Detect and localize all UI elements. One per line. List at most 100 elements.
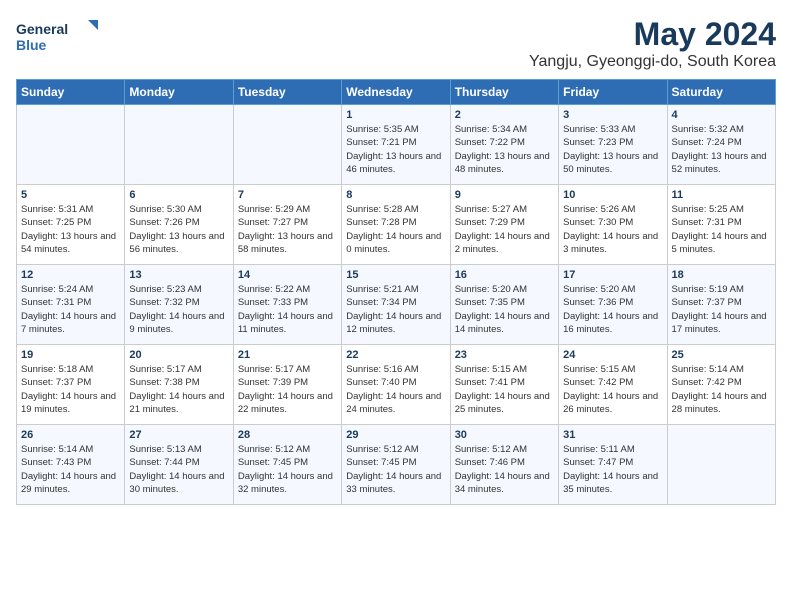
calendar-cell: 25Sunrise: 5:14 AMSunset: 7:42 PMDayligh… <box>667 345 775 425</box>
day-number: 30 <box>455 429 554 441</box>
day-number: 10 <box>563 189 662 201</box>
day-number: 24 <box>563 349 662 361</box>
day-number: 20 <box>129 349 228 361</box>
day-number: 2 <box>455 109 554 121</box>
day-info: Sunrise: 5:12 AMSunset: 7:45 PMDaylight:… <box>238 443 337 496</box>
day-number: 16 <box>455 269 554 281</box>
day-info: Sunrise: 5:33 AMSunset: 7:23 PMDaylight:… <box>563 123 662 176</box>
day-info: Sunrise: 5:35 AMSunset: 7:21 PMDaylight:… <box>346 123 445 176</box>
weekday-header: Wednesday <box>342 80 450 105</box>
calendar-week-row: 12 Sunrise: 5:24 AMSunset: 7:31 PMDayligh… <box>17 265 776 345</box>
day-number: 28 <box>238 429 337 441</box>
day-info: Sunrise: 5:20 AMSunset: 7:35 PMDaylight:… <box>455 283 554 336</box>
calendar-cell: 12 Sunrise: 5:24 AMSunset: 7:31 PMDayligh… <box>17 265 125 345</box>
calendar-week-row: 26Sunrise: 5:14 AMSunset: 7:43 PMDayligh… <box>17 425 776 505</box>
day-info: Sunrise: 5:19 AMSunset: 7:37 PMDaylight:… <box>672 283 771 336</box>
day-number: 11 <box>672 189 771 201</box>
day-info: Sunrise: 5:15 AMSunset: 7:42 PMDaylight:… <box>563 363 662 416</box>
day-number: 29 <box>346 429 445 441</box>
day-info: Sunrise: 5:27 AMSunset: 7:29 PMDaylight:… <box>455 203 554 256</box>
calendar-cell: 9 Sunrise: 5:27 AMSunset: 7:29 PMDaylight… <box>450 185 558 265</box>
calendar-cell: 31 Sunrise: 5:11 AMSunset: 7:47 PMDayligh… <box>559 425 667 505</box>
location-title: Yangju, Gyeonggi-do, South Korea <box>529 53 776 71</box>
day-info: Sunrise: 5:17 AMSunset: 7:39 PMDaylight:… <box>238 363 337 416</box>
day-info: Sunrise: 5:12 AMSunset: 7:46 PMDaylight:… <box>455 443 554 496</box>
calendar-cell: 27 Sunrise: 5:13 AMSunset: 7:44 PMDayligh… <box>125 425 233 505</box>
day-number: 8 <box>346 189 445 201</box>
logo: General Blue <box>16 16 106 58</box>
calendar-cell: 5Sunrise: 5:31 AMSunset: 7:25 PMDaylight… <box>17 185 125 265</box>
day-info: Sunrise: 5:11 AMSunset: 7:47 PMDaylight:… <box>563 443 662 496</box>
day-info: Sunrise: 5:31 AMSunset: 7:25 PMDaylight:… <box>21 203 120 256</box>
calendar-cell: 20 Sunrise: 5:17 AMSunset: 7:38 PMDayligh… <box>125 345 233 425</box>
calendar-cell <box>17 105 125 185</box>
day-number: 6 <box>129 189 228 201</box>
calendar-cell: 1 Sunrise: 5:35 AMSunset: 7:21 PMDaylight… <box>342 105 450 185</box>
month-title: May 2024 <box>529 16 776 53</box>
day-info: Sunrise: 5:16 AMSunset: 7:40 PMDaylight:… <box>346 363 445 416</box>
calendar-week-row: 19Sunrise: 5:18 AMSunset: 7:37 PMDayligh… <box>17 345 776 425</box>
day-number: 12 <box>21 269 120 281</box>
calendar-cell: 10 Sunrise: 5:26 AMSunset: 7:30 PMDayligh… <box>559 185 667 265</box>
calendar-cell: 23 Sunrise: 5:15 AMSunset: 7:41 PMDayligh… <box>450 345 558 425</box>
day-info: Sunrise: 5:24 AMSunset: 7:31 PMDaylight:… <box>21 283 120 336</box>
calendar-cell: 21 Sunrise: 5:17 AMSunset: 7:39 PMDayligh… <box>233 345 341 425</box>
weekday-header: Friday <box>559 80 667 105</box>
svg-text:Blue: Blue <box>16 37 47 53</box>
day-info: Sunrise: 5:12 AMSunset: 7:45 PMDaylight:… <box>346 443 445 496</box>
weekday-header: Tuesday <box>233 80 341 105</box>
calendar-cell: 24 Sunrise: 5:15 AMSunset: 7:42 PMDayligh… <box>559 345 667 425</box>
weekday-header: Monday <box>125 80 233 105</box>
calendar-cell: 11Sunrise: 5:25 AMSunset: 7:31 PMDayligh… <box>667 185 775 265</box>
day-info: Sunrise: 5:21 AMSunset: 7:34 PMDaylight:… <box>346 283 445 336</box>
day-number: 13 <box>129 269 228 281</box>
day-info: Sunrise: 5:14 AMSunset: 7:42 PMDaylight:… <box>672 363 771 416</box>
day-info: Sunrise: 5:17 AMSunset: 7:38 PMDaylight:… <box>129 363 228 416</box>
day-info: Sunrise: 5:29 AMSunset: 7:27 PMDaylight:… <box>238 203 337 256</box>
day-number: 21 <box>238 349 337 361</box>
weekday-header: Thursday <box>450 80 558 105</box>
calendar-cell: 17Sunrise: 5:20 AMSunset: 7:36 PMDayligh… <box>559 265 667 345</box>
day-info: Sunrise: 5:26 AMSunset: 7:30 PMDaylight:… <box>563 203 662 256</box>
calendar-cell: 29 Sunrise: 5:12 AMSunset: 7:45 PMDayligh… <box>342 425 450 505</box>
day-info: Sunrise: 5:13 AMSunset: 7:44 PMDaylight:… <box>129 443 228 496</box>
day-number: 31 <box>563 429 662 441</box>
day-info: Sunrise: 5:23 AMSunset: 7:32 PMDaylight:… <box>129 283 228 336</box>
calendar-cell: 8 Sunrise: 5:28 AMSunset: 7:28 PMDaylight… <box>342 185 450 265</box>
calendar-week-row: 1 Sunrise: 5:35 AMSunset: 7:21 PMDaylight… <box>17 105 776 185</box>
day-number: 17 <box>563 269 662 281</box>
calendar-cell: 3 Sunrise: 5:33 AMSunset: 7:23 PMDaylight… <box>559 105 667 185</box>
calendar-cell <box>667 425 775 505</box>
calendar-cell: 26Sunrise: 5:14 AMSunset: 7:43 PMDayligh… <box>17 425 125 505</box>
calendar-cell <box>125 105 233 185</box>
day-number: 22 <box>346 349 445 361</box>
calendar-cell: 13 Sunrise: 5:23 AMSunset: 7:32 PMDayligh… <box>125 265 233 345</box>
weekday-header-row: SundayMondayTuesdayWednesdayThursdayFrid… <box>17 80 776 105</box>
calendar-cell: 22 Sunrise: 5:16 AMSunset: 7:40 PMDayligh… <box>342 345 450 425</box>
calendar-cell <box>233 105 341 185</box>
day-info: Sunrise: 5:22 AMSunset: 7:33 PMDaylight:… <box>238 283 337 336</box>
title-block: May 2024 Yangju, Gyeonggi-do, South Kore… <box>529 16 776 71</box>
calendar-week-row: 5Sunrise: 5:31 AMSunset: 7:25 PMDaylight… <box>17 185 776 265</box>
calendar-cell: 18 Sunrise: 5:19 AMSunset: 7:37 PMDayligh… <box>667 265 775 345</box>
day-number: 27 <box>129 429 228 441</box>
day-number: 18 <box>672 269 771 281</box>
day-info: Sunrise: 5:32 AMSunset: 7:24 PMDaylight:… <box>672 123 771 176</box>
day-info: Sunrise: 5:34 AMSunset: 7:22 PMDaylight:… <box>455 123 554 176</box>
calendar-cell: 6 Sunrise: 5:30 AMSunset: 7:26 PMDaylight… <box>125 185 233 265</box>
day-number: 3 <box>563 109 662 121</box>
day-number: 14 <box>238 269 337 281</box>
logo-svg: General Blue <box>16 16 106 58</box>
day-number: 1 <box>346 109 445 121</box>
calendar-cell: 4Sunrise: 5:32 AMSunset: 7:24 PMDaylight… <box>667 105 775 185</box>
day-info: Sunrise: 5:28 AMSunset: 7:28 PMDaylight:… <box>346 203 445 256</box>
day-info: Sunrise: 5:18 AMSunset: 7:37 PMDaylight:… <box>21 363 120 416</box>
day-number: 9 <box>455 189 554 201</box>
day-number: 23 <box>455 349 554 361</box>
calendar-cell: 30 Sunrise: 5:12 AMSunset: 7:46 PMDayligh… <box>450 425 558 505</box>
day-info: Sunrise: 5:15 AMSunset: 7:41 PMDaylight:… <box>455 363 554 416</box>
calendar-cell: 7Sunrise: 5:29 AMSunset: 7:27 PMDaylight… <box>233 185 341 265</box>
day-info: Sunrise: 5:30 AMSunset: 7:26 PMDaylight:… <box>129 203 228 256</box>
calendar-cell: 14 Sunrise: 5:22 AMSunset: 7:33 PMDayligh… <box>233 265 341 345</box>
day-info: Sunrise: 5:14 AMSunset: 7:43 PMDaylight:… <box>21 443 120 496</box>
